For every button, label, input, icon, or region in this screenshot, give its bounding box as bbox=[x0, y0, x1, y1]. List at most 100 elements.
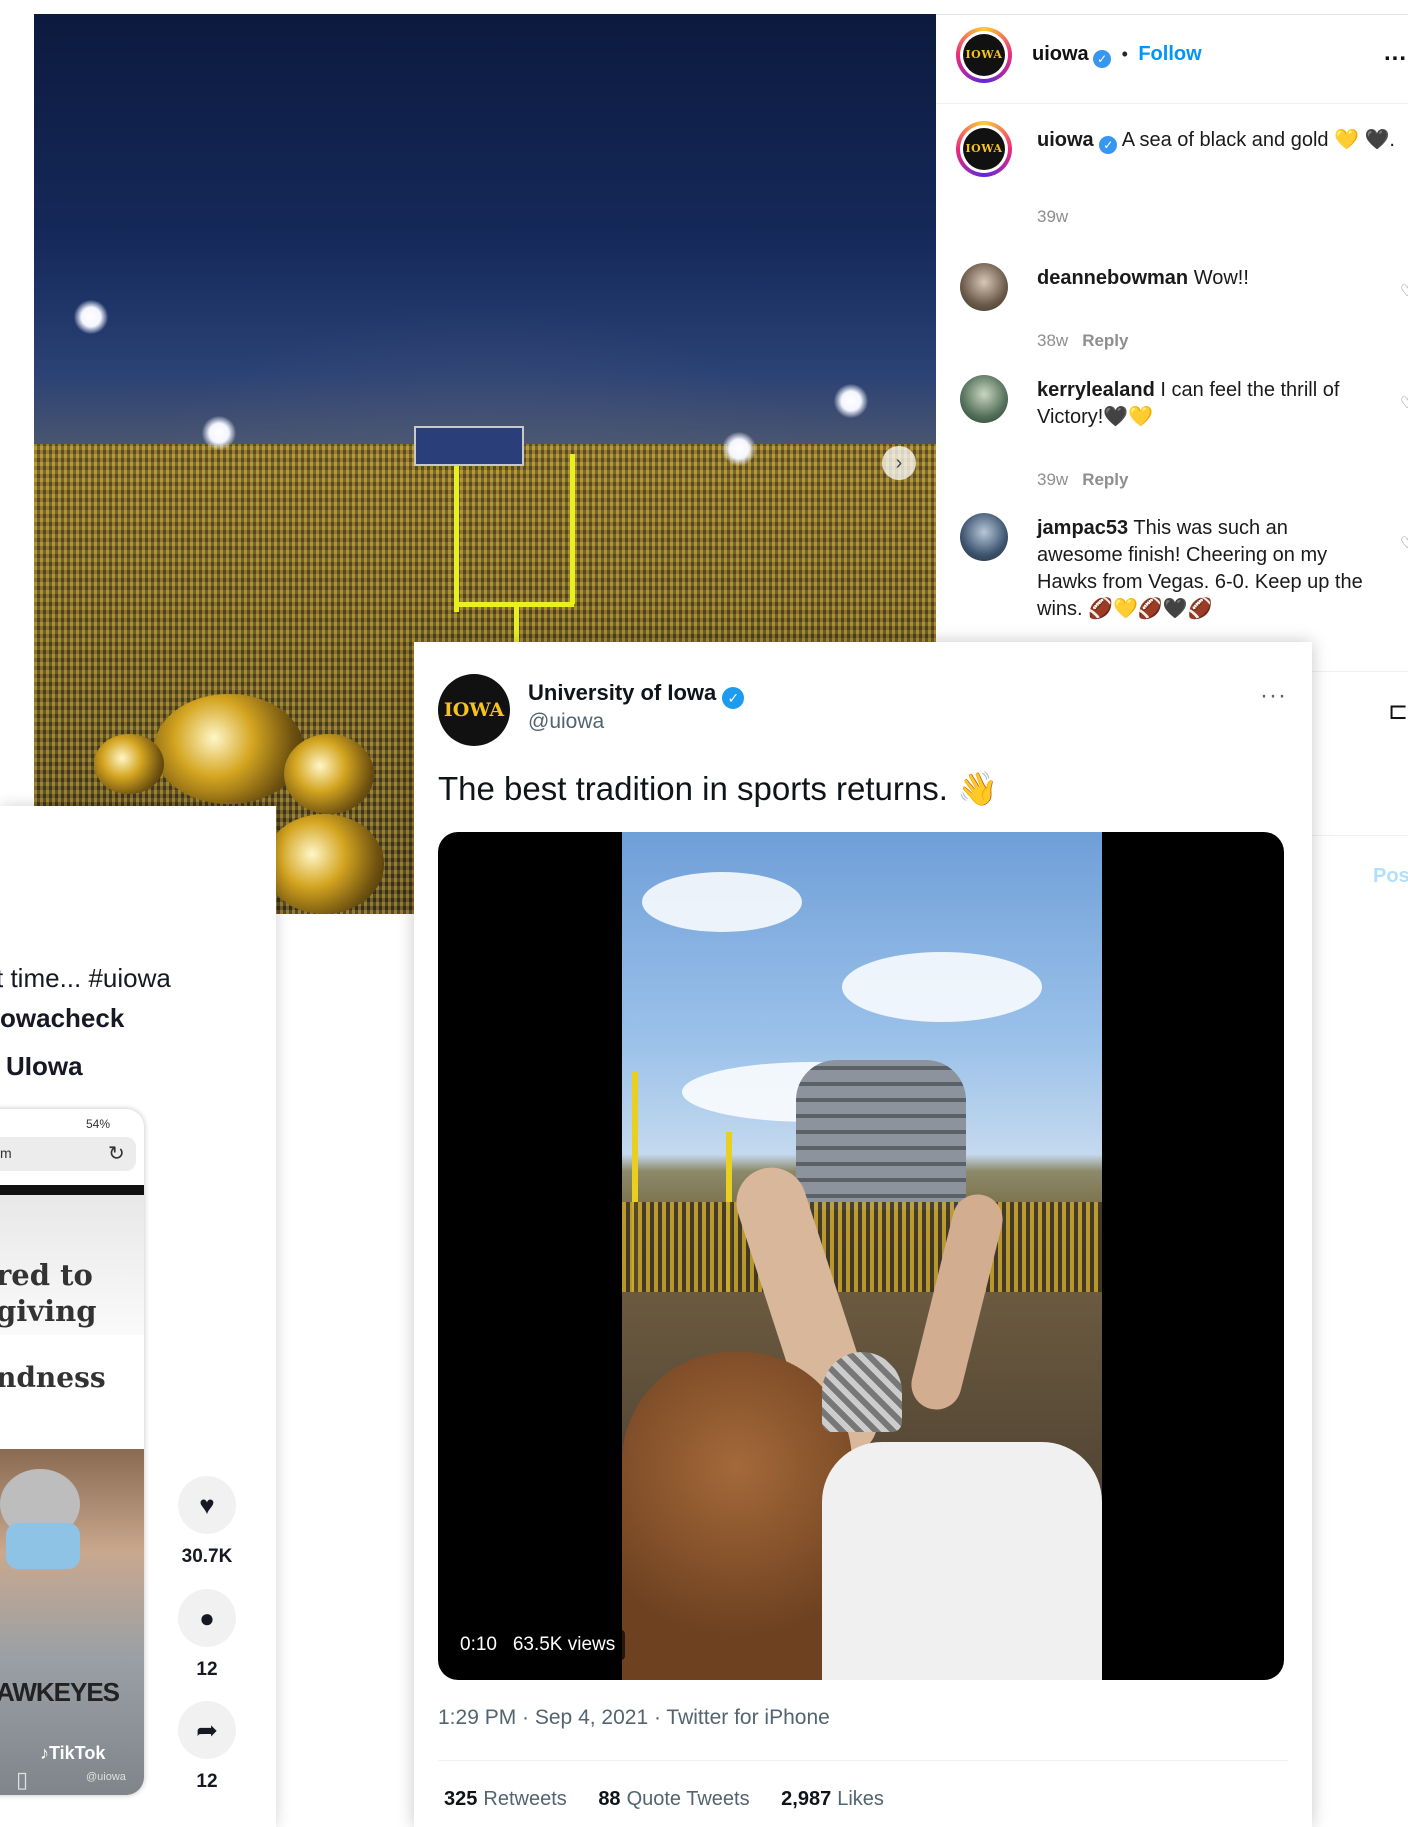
fan-head bbox=[622, 1352, 852, 1680]
stadium-light bbox=[834, 384, 868, 418]
face-mask bbox=[6, 1523, 80, 1569]
separator-dot: • bbox=[1121, 44, 1128, 64]
verified-badge-icon: ✓ bbox=[722, 687, 745, 709]
stadium-light bbox=[202, 416, 236, 450]
likes-stat[interactable]: 2,987 Likes bbox=[781, 1788, 884, 1810]
hospital-building bbox=[796, 1060, 966, 1210]
tiktok-video[interactable]: 54% m ↻ red to giving ndness AWKEYES ♪Ti… bbox=[0, 1109, 144, 1795]
tuba bbox=[94, 734, 164, 794]
article-headline: red to giving bbox=[0, 1257, 97, 1329]
stat-label: Quote Tweets bbox=[626, 1788, 750, 1810]
comment-age: 38w bbox=[1037, 331, 1069, 350]
tweet-stats: 325 Retweets 88 Quote Tweets 2,987 Likes bbox=[444, 1788, 910, 1811]
tweet-timestamp[interactable]: 1:29 PM · Sep 4, 2021 · Twitter for iPho… bbox=[438, 1706, 830, 1730]
tuba bbox=[154, 694, 304, 804]
video-person: AWKEYES ♪TikTok ▯ @uiowa bbox=[0, 1449, 144, 1795]
tweet-avatar[interactable]: IOWA bbox=[438, 674, 510, 746]
commenter-avatar[interactable] bbox=[960, 513, 1008, 561]
comment-icon: ● bbox=[199, 1603, 215, 1633]
cloud bbox=[642, 872, 802, 932]
share-count: 12 bbox=[196, 1771, 218, 1792]
reply-button[interactable]: Reply bbox=[1082, 470, 1128, 489]
share-icon: ➦ bbox=[196, 1715, 218, 1745]
goal-post bbox=[570, 454, 575, 604]
phone-battery-status: 54% bbox=[86, 1117, 111, 1131]
tweet-handle[interactable]: @uiowa bbox=[528, 710, 604, 734]
caption-text: A sea of black and gold 💛 🖤. bbox=[1121, 129, 1395, 151]
verified-badge-icon: ✓ bbox=[1099, 136, 1118, 154]
comment: kerrylealand I can feel the thrill of Vi… bbox=[1037, 377, 1397, 431]
quote-tweets-stat[interactable]: 88 Quote Tweets bbox=[598, 1788, 749, 1810]
tiktok-sound[interactable]: UIowa bbox=[6, 1046, 83, 1086]
reload-icon: ↻ bbox=[108, 1143, 125, 1165]
bookmark-icon[interactable]: ⊏ bbox=[1388, 697, 1408, 726]
ig-header-username[interactable]: uiowa bbox=[1032, 43, 1089, 65]
watermark-text: TikTok bbox=[49, 1743, 106, 1763]
comment: jampac53 This was such an awesome finish… bbox=[1037, 515, 1377, 623]
tiktok-hashtag[interactable]: owacheck bbox=[0, 998, 124, 1038]
like-comment-icon[interactable]: ♡ bbox=[1400, 393, 1408, 413]
tweet-author-name[interactable]: University of Iowa ✓ bbox=[528, 680, 745, 709]
follow-button[interactable]: Follow bbox=[1138, 43, 1201, 65]
retweets-stat[interactable]: 325 Retweets bbox=[444, 1788, 567, 1810]
like-button[interactable]: ♥ bbox=[178, 1476, 236, 1534]
tweet-text: The best tradition in sports returns. 👋 bbox=[438, 770, 999, 807]
comment-count: 12 bbox=[196, 1659, 218, 1680]
like-comment-icon[interactable]: ♡ bbox=[1400, 533, 1408, 553]
ig-header-user: uiowa ✓ • Follow bbox=[1032, 43, 1202, 68]
stadium-light bbox=[722, 432, 756, 466]
headline-line: red to bbox=[0, 1258, 93, 1292]
stat-value: 325 bbox=[444, 1788, 478, 1810]
comment-username[interactable]: deannebowman bbox=[1037, 267, 1188, 289]
chevron-right-icon: › bbox=[895, 452, 903, 474]
article-subhead: ndness bbox=[0, 1361, 106, 1394]
url-fragment: m bbox=[0, 1145, 12, 1161]
video-duration: 0:10 bbox=[460, 1634, 497, 1655]
caption-age: 39w bbox=[1037, 207, 1069, 226]
author-name-text: University of Iowa bbox=[528, 680, 717, 705]
fan-shirt bbox=[822, 1442, 1102, 1680]
caption-username[interactable]: uiowa bbox=[1037, 129, 1094, 151]
comment-text: Wow!! bbox=[1193, 267, 1249, 289]
tweet-video[interactable]: 0:10 63.5K views bbox=[438, 832, 1284, 1680]
stat-label: Likes bbox=[837, 1788, 884, 1810]
cloud bbox=[842, 952, 1042, 1022]
divider bbox=[936, 103, 1408, 104]
comment-meta: 38w Reply bbox=[1037, 331, 1128, 351]
tiktok-post-card: t time... #uiowa owacheck UIowa 54% m ↻ … bbox=[0, 806, 276, 1827]
commenter-avatar[interactable] bbox=[960, 375, 1008, 423]
comment: deannebowman Wow!! bbox=[1037, 265, 1337, 292]
caption: uiowa ✓ A sea of black and gold 💛 🖤. bbox=[1037, 127, 1397, 154]
tuba bbox=[284, 734, 374, 814]
like-count: 30.7K bbox=[181, 1546, 233, 1567]
uiowa-avatar[interactable]: IOWA bbox=[956, 121, 1012, 177]
stat-value: 88 bbox=[598, 1788, 621, 1810]
iowa-logo: IOWA bbox=[963, 128, 1005, 170]
book-icon: ▯ bbox=[16, 1767, 29, 1792]
scoreboard bbox=[414, 426, 524, 466]
like-comment-icon[interactable]: ♡ bbox=[1400, 281, 1408, 301]
tuba bbox=[264, 814, 384, 914]
comment-button[interactable]: ● bbox=[178, 1589, 236, 1647]
comment-username[interactable]: jampac53 bbox=[1037, 517, 1128, 539]
share-button[interactable]: ➦ bbox=[178, 1701, 236, 1759]
comment-age: 39w bbox=[1037, 470, 1069, 489]
reply-button[interactable]: Reply bbox=[1082, 331, 1128, 350]
tweet-more-button[interactable]: ··· bbox=[1260, 682, 1287, 710]
stadium-light bbox=[74, 300, 108, 334]
shirt-text: AWKEYES bbox=[0, 1677, 120, 1707]
stat-value: 2,987 bbox=[781, 1788, 832, 1810]
comment-username[interactable]: kerrylealand bbox=[1037, 379, 1155, 401]
more-options-button[interactable]: ... bbox=[1384, 39, 1407, 67]
goal-post bbox=[454, 466, 459, 612]
carousel-next-button[interactable]: › bbox=[882, 446, 916, 480]
tweet-card: IOWA University of Iowa ✓ @uiowa ··· The… bbox=[414, 642, 1312, 1827]
uiowa-avatar[interactable]: IOWA bbox=[956, 27, 1012, 83]
comment-meta: 39w Reply bbox=[1037, 470, 1128, 490]
post-comment-button[interactable]: Pos bbox=[1373, 865, 1408, 888]
heart-icon: ♥ bbox=[199, 1490, 215, 1520]
tiktok-caption-line: t time... #uiowa bbox=[0, 963, 171, 993]
commenter-avatar[interactable] bbox=[960, 263, 1008, 311]
phone-bar bbox=[0, 1185, 144, 1195]
phone-url-bar: m ↻ bbox=[0, 1137, 136, 1171]
